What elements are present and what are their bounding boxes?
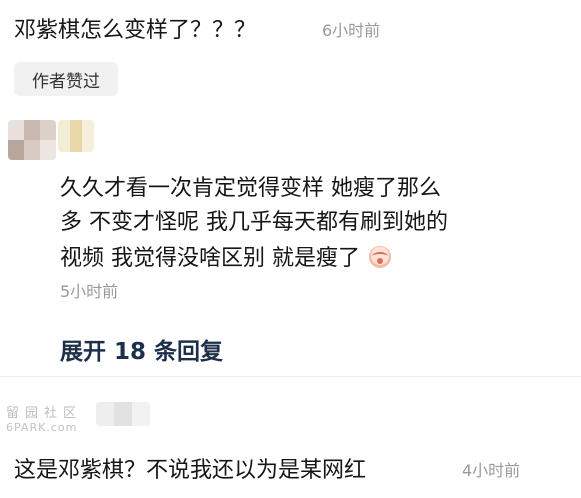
reply-text-line-3: 视频 我觉得没啥区别 就是瘦了 bbox=[60, 240, 391, 272]
reply-username[interactable] bbox=[58, 120, 94, 152]
bottom-comment-username[interactable] bbox=[96, 402, 150, 426]
author-liked-badge: 作者赞过 bbox=[14, 62, 118, 96]
bottom-comment-text: 这是邓紫棋？不说我还以为是某网红 bbox=[14, 458, 367, 483]
reply-text-line-2: 多 不变才怪呢 我几乎每天都有刷到她的 bbox=[60, 210, 448, 235]
top-comment-text: 邓紫棋怎么变样了？？？ bbox=[14, 18, 257, 43]
divider bbox=[0, 376, 581, 377]
top-comment-time: 6小时前 bbox=[322, 21, 381, 40]
expand-replies-button[interactable]: 展开 18 条回复 bbox=[60, 332, 223, 366]
reply-time: 5小时前 bbox=[60, 282, 119, 301]
bottom-comment-time: 4小时前 bbox=[462, 461, 521, 480]
reply-avatar[interactable] bbox=[8, 120, 56, 160]
reply-text-line-3-text: 视频 我觉得没啥区别 就是瘦了 bbox=[60, 246, 360, 271]
crying-face-emoji-icon bbox=[369, 246, 391, 268]
reply-text-line-1: 久久才看一次肯定觉得变样 她瘦了那么 bbox=[60, 176, 441, 201]
